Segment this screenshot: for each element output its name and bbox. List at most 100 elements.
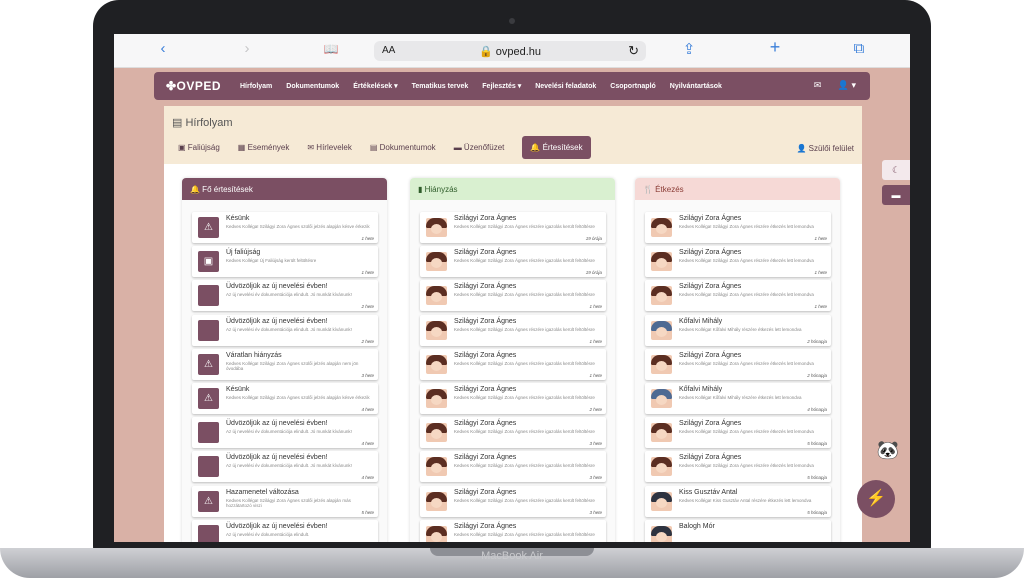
screen: ‹ › 📖 AA 🔒 ovped.hu ↻ ⇪ + ⧉ ✤OVPED Hírfo… [114,34,910,542]
notification-card[interactable]: Szilágyi Zora Ágnes Kedves Kolléga! Szilá… [645,417,831,449]
chat-toggle[interactable]: ▬ [882,185,910,205]
tab-uzenofuzet[interactable]: ▬ Üzenőfüzet [454,143,505,152]
notification-card[interactable]: ⚠ Késünk Kedves Kolléga! Szilágyi Zora Ágn… [192,383,378,414]
notification-card[interactable]: Szilágyi Zora Ágnes Kedves Kolléga! Szilá… [645,280,831,312]
notification-card[interactable]: ⚠ Hazamenetel változása Kedves Kolléga! Sz… [192,485,378,517]
url-text[interactable]: 🔒 ovped.hu [374,45,646,58]
notification-title: Szilágyi Zora Ágnes [454,351,517,359]
notification-type-icon: ⚠ [198,388,219,409]
column-body: ⚠ Késünk Kedves Kolléga! Szilágyi Zora Ágn… [182,200,387,542]
nav-dokumentumok[interactable]: Dokumentumok [286,83,339,90]
nav-nyilvantartasok[interactable]: Nyilvántartások [670,83,722,90]
dark-mode-toggle[interactable]: ☾ [882,160,910,180]
tab-esemenyek[interactable]: ▦ Események [238,143,290,152]
notification-card[interactable]: Üdvözöljük az új nevelési évben! Az új ne… [192,417,378,449]
notification-desc: Kedves Kolléga! Kiss Gusztáv Antal részé… [679,497,812,503]
notification-card[interactable]: Szilágyi Zora Ágnes Kedves Kolléga! Szilá… [420,212,606,243]
back-icon[interactable]: ‹ [152,40,174,57]
notification-time: 3 hete [589,441,602,447]
notification-card[interactable]: Szilágyi Zora Ágnes Kedves Kolléga! Szilá… [420,485,606,517]
bookmarks-icon[interactable]: 📖 [320,42,342,56]
notification-card[interactable]: Szilágyi Zora Ágnes Kedves Kolléga! Szilá… [420,519,606,542]
notification-card[interactable]: Szilágyi Zora Ágnes Kedves Kolléga! Szilá… [420,280,606,312]
notification-title: Szilágyi Zora Ágnes [454,454,517,462]
notification-title: Váratlan hiányzás [226,351,282,359]
notification-card[interactable]: Kőfalvi Mihály Kedves Kolléga! Kőfalvi Mi… [645,314,831,346]
notification-card[interactable]: Szilágyi Zora Ágnes Kedves Kolléga! Szilá… [645,451,831,483]
notification-title: Késünk [226,386,250,393]
avatar [651,320,672,340]
notification-desc: Kedves Kolléga! Szilágyi Zora Ágnes szül… [226,224,370,229]
tab-ertesitesek[interactable]: 🔔 Értesítések [522,135,591,159]
nav-right: ✉ 👤 ▾ [800,80,856,91]
notification-time: 1 hete [589,338,602,344]
avatar [651,491,672,511]
notification-card[interactable]: Üdvözöljük az új nevelési évben! Az új ne… [192,451,378,483]
tab-dokumentumok[interactable]: ▤ Dokumentumok [370,143,436,152]
notification-desc: Kedves Kolléga! Kőfalvi Mihály részére é… [679,395,802,400]
notification-desc: Kedves Kolléga! Szilágyi Zora Ágnes szül… [226,395,370,400]
notification-card[interactable]: Üdvözöljük az új nevelési évben! Az új ne… [192,519,378,542]
avatar-face [431,258,442,269]
notification-card[interactable]: Szilágyi Zora Ágnes Kedves Kolléga! Szilá… [645,212,831,243]
avatar-face [431,463,442,474]
panel-header: ▤ Hírfolyam ▣ Faliújság ▦ Események ✉ Hí… [164,106,862,164]
notification-card[interactable]: Szilágyi Zora Ágnes Kedves Kolléga! Szilá… [420,383,606,414]
notification-card[interactable]: Szilágyi Zora Ágnes Kedves Kolléga! Szilá… [420,314,606,346]
avatar [426,491,447,511]
notification-card[interactable]: Üdvözöljük az új nevelési évben! Az új ne… [192,280,378,312]
notification-card[interactable]: ⚠ Késünk Kedves Kolléga! Szilágyi Zora Ágn… [192,212,378,243]
notification-type-icon [198,422,219,444]
notification-card[interactable]: Kiss Gusztáv Antal Kedves Kolléga! Kiss G… [645,485,831,517]
parent-interface-link[interactable]: 👤 Szülői felület [796,144,854,153]
tab-faliujsag[interactable]: ▣ Faliújság [178,143,220,152]
tab-hirlevelek[interactable]: ✉ Hírlevelek [307,143,352,152]
notification-desc: Kedves Kolléga! Szilágyi Zora Ágnes rész… [454,258,595,264]
avatar-face [656,395,667,405]
nav-fejlesztes[interactable]: Fejlesztés ▾ [482,82,521,90]
notification-desc: Az új nevelési év dokumentációja elindul… [226,429,352,435]
avatar-face [656,360,667,371]
notification-time: 5 hónapja [807,441,827,447]
avatar-face [431,360,442,371]
messenger-button[interactable]: ⚡ [857,480,895,518]
tabs-icon[interactable]: ⧉ [848,40,870,57]
avatar [651,354,672,374]
forward-icon[interactable]: › [236,40,258,57]
notification-desc: Kedves Kolléga! Szilágyi Zora Ágnes rész… [679,292,814,298]
notification-card[interactable]: ⚠ Váratlan hiányzás Kedves Kolléga! Szilág… [192,348,378,380]
feed-panel: ▤ Hírfolyam ▣ Faliújság ▦ Események ✉ Hí… [164,106,862,542]
notification-card[interactable]: Balogh Mór [645,519,831,542]
notification-card[interactable]: Szilágyi Zora Ágnes Kedves Kolléga! Szilá… [420,451,606,483]
notification-time: 1 hete [589,372,602,378]
nav-tematikus-tervek[interactable]: Tematikus tervek [412,83,469,90]
nav-nevelesi-feladatok[interactable]: Nevelési feladatok [535,83,596,90]
notification-card[interactable]: Szilágyi Zora Ágnes Kedves Kolléga! Szilá… [645,246,831,278]
new-tab-icon[interactable]: + [764,37,786,58]
notification-card[interactable]: Szilágyi Zora Ágnes Kedves Kolléga! Szilá… [645,348,831,380]
notification-card[interactable]: Szilágyi Zora Ágnes Kedves Kolléga! Szilá… [420,348,606,380]
avatar-face [656,463,667,474]
user-menu-icon[interactable]: 👤 ▾ [838,80,856,90]
mail-icon[interactable]: ✉ [814,80,822,90]
bot-mascot-icon[interactable]: 🐼 [872,440,904,472]
share-icon[interactable]: ⇪ [678,40,700,58]
notification-card[interactable]: ▣ Új faliújság Kedves Kolléga! Új Faliújsá… [192,246,378,278]
address-bar[interactable]: AA 🔒 ovped.hu ↻ [374,41,646,61]
avatar [651,423,672,443]
notification-type-icon: ⚠ [198,353,219,375]
notification-time: 1 hete [589,304,602,310]
notification-card[interactable]: Szilágyi Zora Ágnes Kedves Kolléga! Szilá… [420,417,606,449]
nav-ertekelesek[interactable]: Értékelések ▾ [353,82,397,90]
notification-title: Késünk [226,215,250,222]
notification-card[interactable]: Üdvözöljük az új nevelési évben! Az új ne… [192,314,378,346]
reload-icon[interactable]: ↻ [628,43,639,59]
notification-card[interactable]: Kőfalvi Mihály Kedves Kolléga! Kőfalvi Mi… [645,383,831,414]
nav-csoportnaplo[interactable]: Csoportnapló [610,83,656,90]
notification-title: Szilágyi Zora Ágnes [454,317,517,325]
column-title: 🔔 Fő értesítések [182,178,387,200]
notification-title: Üdvözöljük az új nevelési évben! [226,317,328,325]
nav-hirfolyam[interactable]: Hírfolyam [240,83,272,90]
notification-card[interactable]: Szilágyi Zora Ágnes Kedves Kolléga! Szilá… [420,246,606,278]
ovped-logo[interactable]: ✤OVPED [166,79,221,93]
